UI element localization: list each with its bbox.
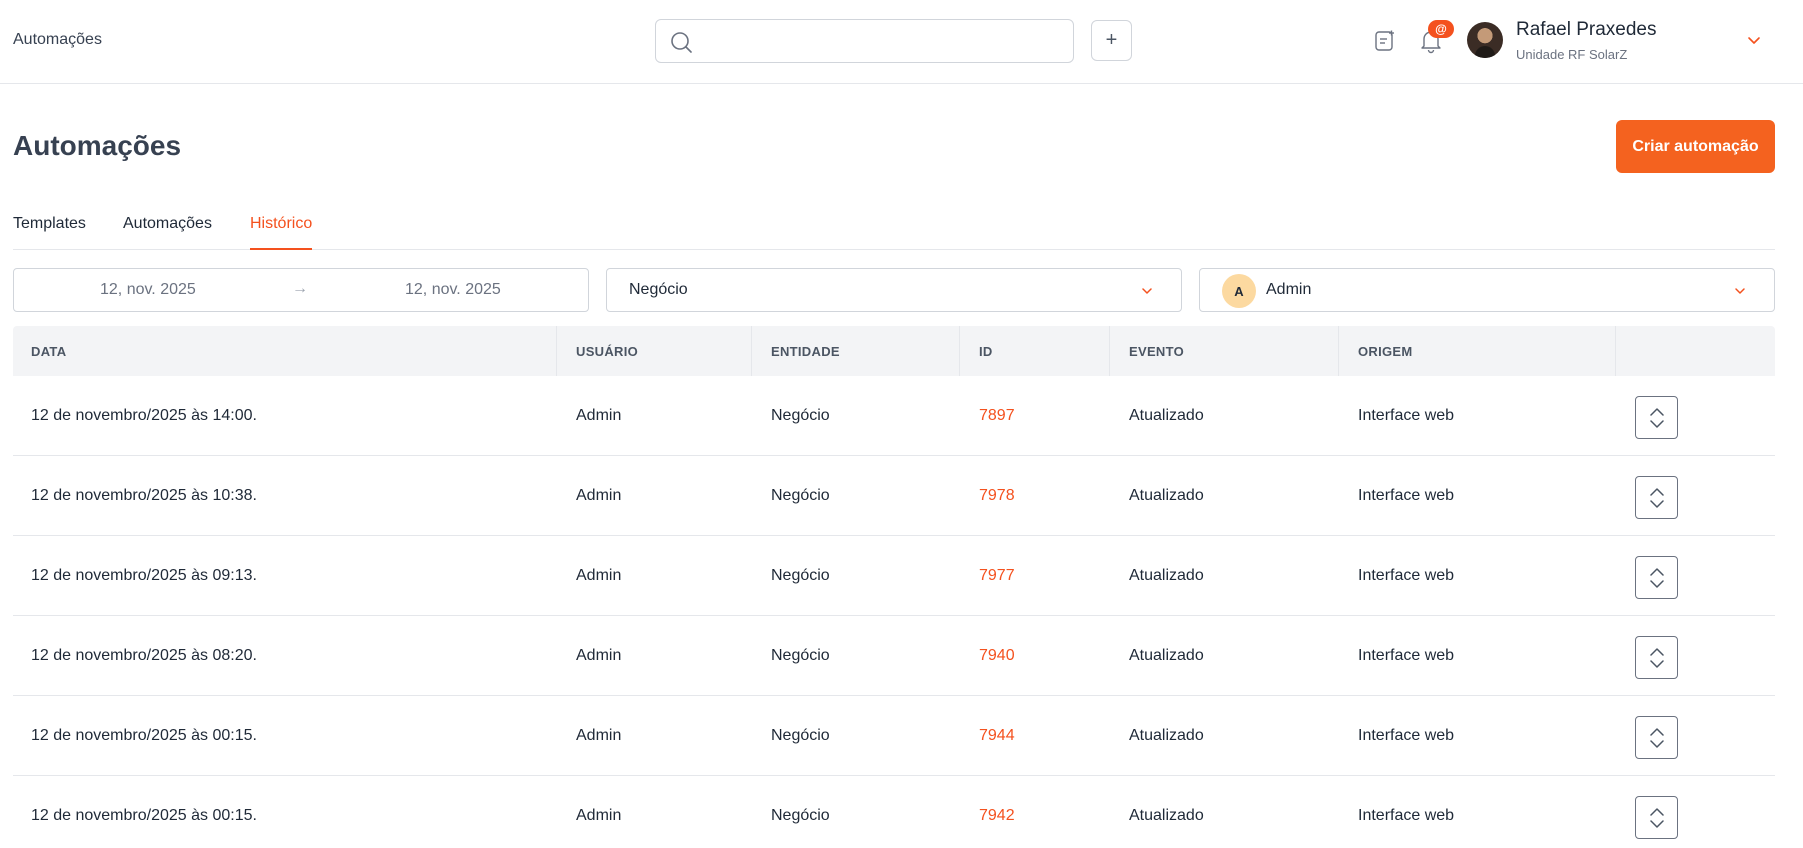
cell-data: 12 de novembro/2025 às 09:13.	[31, 567, 257, 584]
header-entidade[interactable]: ENTIDADE	[771, 344, 840, 359]
arrow-right-icon: →	[292, 280, 308, 297]
chevron-down-icon[interactable]	[1746, 33, 1762, 49]
column-divider	[1615, 326, 1616, 376]
cell-data: 12 de novembro/2025 às 00:15.	[31, 727, 257, 744]
cell-usuario: Admin	[576, 727, 622, 744]
cell-usuario: Admin	[576, 487, 622, 504]
page-title: Automações	[13, 130, 182, 161]
plus-icon: +	[1105, 29, 1118, 51]
cell-origem: Interface web	[1358, 727, 1455, 744]
cell-data: 12 de novembro/2025 às 14:00.	[31, 407, 257, 424]
cell-evento: Atualizado	[1129, 647, 1204, 664]
cell-origem: Interface web	[1358, 567, 1455, 584]
table-header: DATA USUÁRIO ENTIDADE ID EVENTO ORIGEM	[13, 326, 1775, 376]
tab-automacoes[interactable]: Automações	[123, 215, 212, 250]
cell-origem: Interface web	[1358, 407, 1455, 424]
chevron-down-icon	[1735, 288, 1745, 294]
tabs: Templates Automações Histórico	[13, 210, 1775, 250]
date-start[interactable]: 12, nov. 2025	[100, 281, 196, 299]
chevron-up-down-icon	[1649, 727, 1664, 748]
cell-data: 12 de novembro/2025 às 00:15.	[31, 807, 257, 824]
search-icon	[671, 32, 692, 53]
chevron-up-down-icon	[1649, 407, 1664, 428]
column-divider	[1109, 326, 1110, 376]
cell-usuario: Admin	[576, 567, 622, 584]
cell-origem: Interface web	[1358, 487, 1455, 504]
column-divider	[1338, 326, 1339, 376]
cell-evento: Atualizado	[1129, 567, 1204, 584]
cell-id-link[interactable]: 7944	[979, 727, 1015, 745]
cell-evento: Atualizado	[1129, 807, 1204, 824]
cell-id-link[interactable]: 7978	[979, 487, 1015, 505]
chevron-up-down-icon	[1649, 647, 1664, 668]
notes-icon[interactable]	[1374, 30, 1396, 52]
cell-id-link[interactable]: 7942	[979, 807, 1015, 825]
cell-entidade: Negócio	[771, 807, 830, 824]
top-bar: Automações + @ Rafael Praxedes Unidade R…	[0, 0, 1803, 84]
entity-select-value: Negócio	[629, 281, 688, 298]
cell-data: 12 de novembro/2025 às 08:20.	[31, 647, 257, 664]
table-row: 12 de novembro/2025 às 08:20. Admin Negó…	[13, 616, 1775, 696]
header-usuario[interactable]: USUÁRIO	[576, 344, 638, 359]
cell-id-link[interactable]: 7940	[979, 647, 1015, 665]
cell-entidade: Negócio	[771, 567, 830, 584]
date-end[interactable]: 12, nov. 2025	[405, 281, 501, 299]
cell-entidade: Negócio	[771, 407, 830, 424]
cell-entidade: Negócio	[771, 727, 830, 744]
chevron-up-down-icon	[1649, 567, 1664, 588]
column-divider	[959, 326, 960, 376]
breadcrumb[interactable]: Automações	[13, 31, 102, 49]
header-evento[interactable]: EVENTO	[1129, 344, 1184, 359]
user-avatar-initial: A	[1222, 274, 1256, 308]
cell-origem: Interface web	[1358, 807, 1455, 824]
user-unit: Unidade RF SolarZ	[1516, 47, 1628, 62]
entity-select[interactable]: Negócio	[606, 268, 1182, 312]
user-select-value: Admin	[1266, 281, 1312, 298]
cell-entidade: Negócio	[771, 647, 830, 664]
table-row: 12 de novembro/2025 às 09:13. Admin Negó…	[13, 536, 1775, 616]
user-select[interactable]: A Admin	[1199, 268, 1775, 312]
search-box[interactable]	[655, 19, 1074, 63]
date-range-filter[interactable]: 12, nov. 2025 → 12, nov. 2025	[13, 268, 589, 312]
tab-templates[interactable]: Templates	[13, 215, 86, 250]
cell-id-link[interactable]: 7977	[979, 567, 1015, 585]
column-divider	[751, 326, 752, 376]
tab-historico[interactable]: Histórico	[250, 215, 313, 250]
history-table: DATA USUÁRIO ENTIDADE ID EVENTO ORIGEM 1…	[13, 326, 1775, 848]
table-row: 12 de novembro/2025 às 00:15. Admin Negó…	[13, 696, 1775, 776]
table-row: 12 de novembro/2025 às 14:00. Admin Negó…	[13, 376, 1775, 456]
header-data[interactable]: DATA	[31, 344, 66, 359]
search-input[interactable]	[702, 28, 1062, 54]
cell-usuario: Admin	[576, 807, 622, 824]
header-origem[interactable]: ORIGEM	[1358, 344, 1413, 359]
cell-evento: Atualizado	[1129, 487, 1204, 504]
user-name[interactable]: Rafael Praxedes	[1516, 19, 1656, 41]
expand-row-button[interactable]	[1635, 636, 1678, 679]
expand-row-button[interactable]	[1635, 716, 1678, 759]
cell-usuario: Admin	[576, 407, 622, 424]
cell-evento: Atualizado	[1129, 727, 1204, 744]
create-automation-button[interactable]: Criar automação	[1616, 120, 1775, 173]
chevron-up-down-icon	[1649, 807, 1664, 828]
cell-evento: Atualizado	[1129, 407, 1204, 424]
cell-origem: Interface web	[1358, 647, 1455, 664]
expand-row-button[interactable]	[1635, 556, 1678, 599]
cell-data: 12 de novembro/2025 às 10:38.	[31, 487, 257, 504]
cell-entidade: Negócio	[771, 487, 830, 504]
chevron-up-down-icon	[1649, 487, 1664, 508]
add-button[interactable]: +	[1091, 20, 1132, 61]
notification-badge[interactable]: @	[1428, 20, 1454, 38]
expand-row-button[interactable]	[1635, 476, 1678, 519]
expand-row-button[interactable]	[1635, 396, 1678, 439]
avatar[interactable]	[1467, 22, 1503, 58]
table-row: 12 de novembro/2025 às 00:15. Admin Negó…	[13, 776, 1775, 848]
column-divider	[556, 326, 557, 376]
cell-id-link[interactable]: 7897	[979, 407, 1015, 425]
cell-usuario: Admin	[576, 647, 622, 664]
chevron-down-icon	[1142, 288, 1152, 294]
header-id[interactable]: ID	[979, 344, 993, 359]
expand-row-button[interactable]	[1635, 796, 1678, 839]
table-row: 12 de novembro/2025 às 10:38. Admin Negó…	[13, 456, 1775, 536]
